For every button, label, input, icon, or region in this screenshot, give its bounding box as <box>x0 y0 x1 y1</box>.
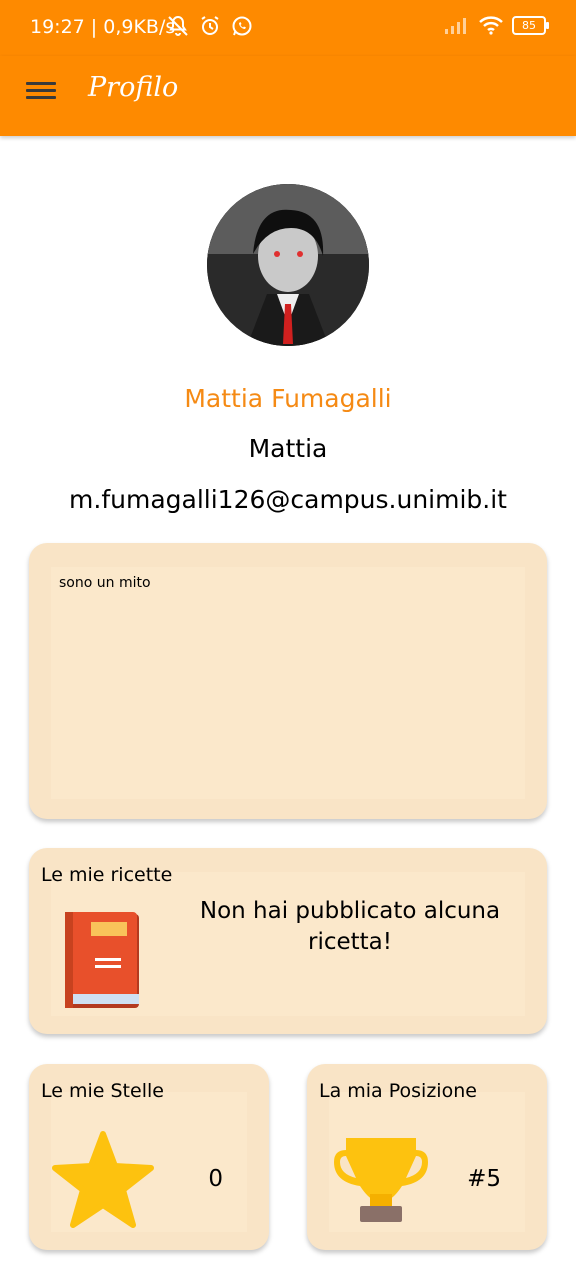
position-card[interactable]: La mia Posizione #5 <box>307 1064 547 1250</box>
star-icon <box>52 1131 154 1228</box>
app-bar: Profilo <box>0 56 576 136</box>
profile-avatar[interactable] <box>207 184 369 346</box>
recipes-empty-message: Non hai pubblicato alcuna ricetta! <box>199 898 501 955</box>
profile-username: Mattia <box>248 434 328 463</box>
wifi-icon <box>479 16 503 35</box>
bio-card: sono un mito <box>29 543 547 819</box>
mute-notification-icon <box>168 15 188 36</box>
hamburger-menu-icon[interactable] <box>26 78 56 108</box>
battery-indicator: 85 <box>512 15 549 35</box>
stars-card[interactable]: Le mie Stelle 0 <box>29 1064 269 1250</box>
whatsapp-icon <box>232 16 252 36</box>
stars-count: 0 <box>208 1166 223 1192</box>
bio-field[interactable]: sono un mito <box>51 567 525 799</box>
trophy-icon <box>334 1138 428 1222</box>
stars-title: Le mie Stelle <box>41 1080 164 1102</box>
position-title: La mia Posizione <box>319 1080 477 1102</box>
status-bar: 19:27 | 0,9KB/s 85 <box>0 0 576 56</box>
signal-icon <box>445 18 466 34</box>
profile-name: Mattia Fumagalli <box>184 384 392 413</box>
book-icon <box>65 912 139 1008</box>
bio-text: sono un mito <box>59 575 151 591</box>
recipes-title: Le mie ricette <box>41 864 173 886</box>
recipes-card[interactable]: Le mie ricette Non hai pubblicato alcuna… <box>29 848 547 1034</box>
page-title: Profilo <box>88 72 179 103</box>
position-rank: #5 <box>467 1166 501 1192</box>
profile-email: m.fumagalli126@campus.unimib.it <box>69 485 507 514</box>
alarm-icon <box>201 16 219 35</box>
status-time: 19:27 | 0,9KB/s <box>30 16 176 38</box>
avatar-image <box>207 184 369 346</box>
